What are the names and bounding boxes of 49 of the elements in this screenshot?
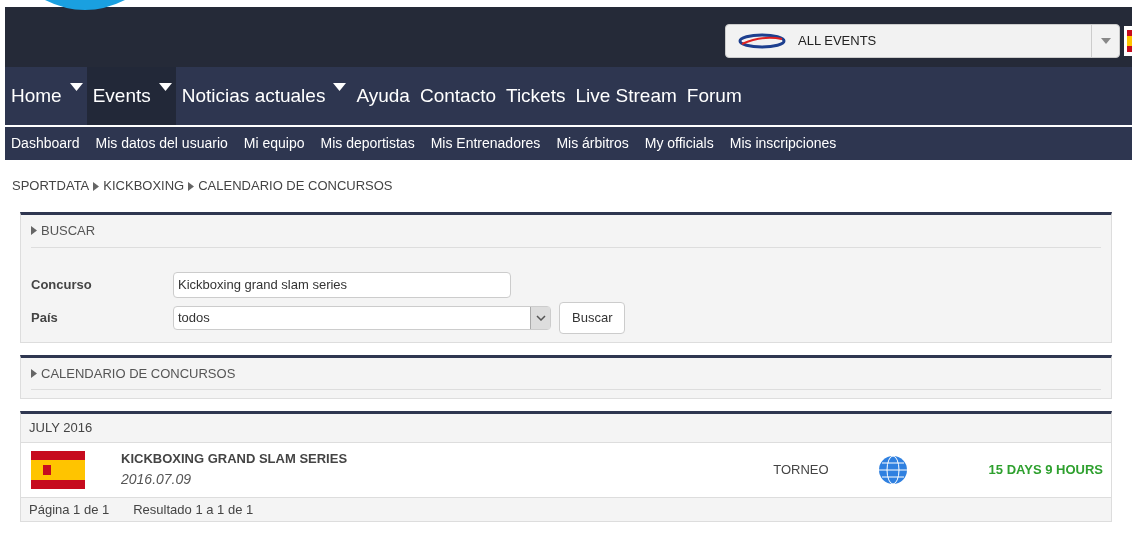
nav-item[interactable]: Ayuda (350, 67, 414, 125)
nav-item[interactable]: Tickets (500, 67, 570, 125)
sub-nav-link[interactable]: Mis árbitros (556, 133, 629, 154)
arrow-icon (93, 181, 100, 191)
caret-icon (1100, 38, 1111, 44)
nav-item[interactable]: Live Stream (569, 67, 681, 125)
page-info: Página 1 de 1 (29, 500, 110, 519)
globe-icon (876, 454, 909, 485)
nav-item[interactable]: Events (86, 67, 176, 125)
panel-title[interactable]: CALENDARIO DE CONCURSOS (41, 363, 236, 383)
event-name[interactable]: KICKBOXING GRAND SLAM SERIES (121, 449, 348, 469)
nav-item[interactable]: Forum (680, 67, 746, 125)
chevron-down-icon (535, 314, 546, 321)
countdown: 15 DAYS 9 HOURS (988, 460, 1103, 479)
sub-nav-link[interactable]: Mis inscripciones (729, 133, 837, 154)
arrow-icon (31, 368, 37, 378)
event-date: 2016.07.09 (121, 469, 193, 489)
caret-icon (158, 83, 172, 91)
caret-icon (333, 83, 347, 91)
field-label: Concurso (31, 275, 93, 294)
sub-nav-link[interactable]: Mis datos del usuario (95, 133, 228, 154)
sub-nav-link[interactable]: My officials (644, 133, 714, 154)
search-button[interactable]: Buscar (559, 301, 626, 334)
month-title: JULY 2016 (29, 420, 93, 435)
arrow-icon (31, 226, 37, 236)
input-field[interactable]: Kickboxing grand slam series (173, 271, 511, 298)
event-row[interactable]: KICKBOXING GRAND SLAM SERIES 2016.07.09 TORNEO 15 DAYS 9 HOURS (21, 441, 1111, 498)
spain-flag-icon (31, 450, 85, 489)
breadcrumb-link[interactable]: SPORTDATA (12, 176, 90, 196)
breadcrumb-link[interactable]: KICKBOXING (103, 176, 185, 196)
field-label: País (31, 308, 59, 327)
sub-nav-link[interactable]: Mis deportistas (320, 133, 415, 154)
nav-item[interactable]: Home (5, 67, 87, 125)
select-value: ALL EVENTS (798, 32, 878, 51)
nav-item[interactable]: Noticias actuales (175, 67, 351, 125)
event-type: TORNEO (773, 460, 829, 479)
result-info: Resultado 1 a 1 de 1 (133, 500, 254, 519)
nav-item[interactable]: Contacto (413, 67, 500, 125)
select-field[interactable]: todos (173, 305, 551, 330)
breadcrumb-link[interactable]: CALENDARIO DE CONCURSOS (198, 176, 393, 196)
events-select[interactable]: ALL EVENTS (725, 24, 1120, 58)
flag-icon (1124, 26, 1132, 56)
logo-icon (738, 33, 786, 49)
caret-icon (69, 83, 83, 91)
sub-nav-link[interactable]: Mis Entrenadores (430, 133, 541, 154)
sub-nav-link[interactable]: Dashboard (11, 133, 80, 154)
panel-title[interactable]: BUSCAR (41, 221, 96, 241)
arrow-icon (188, 181, 195, 191)
sub-nav-link[interactable]: Mi equipo (243, 133, 305, 154)
